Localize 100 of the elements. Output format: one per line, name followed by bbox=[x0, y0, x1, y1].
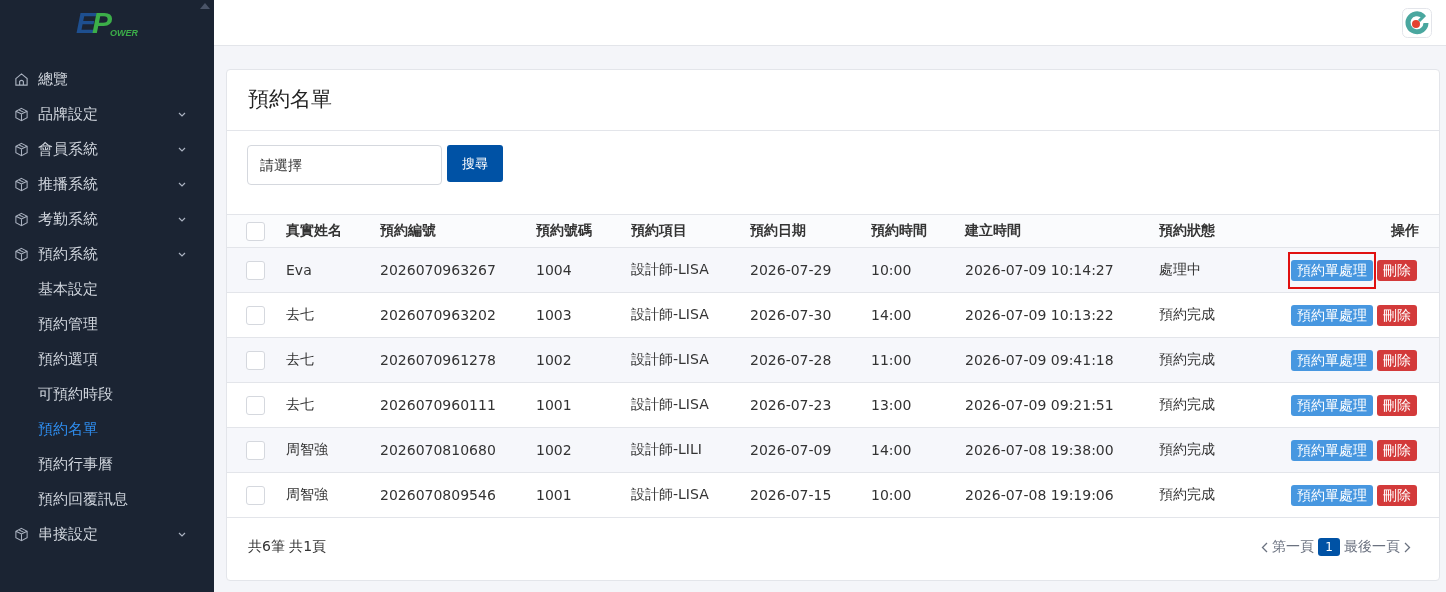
column-header: 操作 bbox=[1390, 222, 1420, 240]
box-icon bbox=[14, 212, 29, 227]
delete-button[interactable]: 刪除 bbox=[1377, 394, 1417, 416]
table-cell-text: 預約完成 bbox=[1159, 486, 1216, 504]
sidebar-item[interactable]: 會員系統 bbox=[0, 132, 214, 167]
table-cell-text: 設計師-LISA bbox=[631, 486, 710, 504]
app-icon[interactable] bbox=[1402, 7, 1432, 38]
table-cell-text: 1001 bbox=[536, 397, 573, 413]
table-cell-text: 2026-07-09 10:14:27 bbox=[965, 262, 1115, 278]
sidebar-subitem[interactable]: 預約選項 bbox=[0, 342, 214, 377]
row-checkbox[interactable] bbox=[246, 440, 265, 460]
table-cell-text: 周智強 bbox=[286, 441, 329, 459]
table-cell-text: 預約完成 bbox=[1159, 306, 1216, 324]
first-page-link[interactable]: 第一頁 bbox=[1272, 538, 1315, 556]
sidebar-subitem[interactable]: 可預約時段 bbox=[0, 377, 214, 412]
sidebar-item[interactable]: 品牌設定 bbox=[0, 97, 214, 132]
sidebar-item[interactable]: 總覽 bbox=[0, 62, 214, 97]
sidebar-subitem[interactable]: 預約管理 bbox=[0, 307, 214, 342]
delete-button[interactable]: 刪除 bbox=[1377, 439, 1417, 461]
table-cell-text: 周智強 bbox=[286, 486, 329, 504]
table-cell-text: 預約完成 bbox=[1159, 351, 1216, 369]
sidebar-item[interactable]: 推播系統 bbox=[0, 167, 214, 202]
select-all-checkbox[interactable] bbox=[246, 221, 265, 241]
home-icon bbox=[14, 72, 29, 87]
box-icon bbox=[14, 177, 29, 192]
table-cell-text: 2026070961278 bbox=[380, 352, 497, 368]
table-cell-text: 11:00 bbox=[871, 352, 913, 368]
delete-button[interactable]: 刪除 bbox=[1377, 349, 1417, 371]
table-cell-text: 2026-07-23 bbox=[750, 397, 833, 413]
delete-button[interactable]: 刪除 bbox=[1377, 259, 1417, 281]
table-cell-text: 2026-07-28 bbox=[750, 352, 833, 368]
table-cell-text: 13:00 bbox=[871, 397, 913, 413]
column-header: 預約項目 bbox=[631, 222, 688, 240]
select-field[interactable]: 請選擇 bbox=[247, 145, 442, 185]
delete-button[interactable]: 刪除 bbox=[1377, 304, 1417, 326]
table-cell-text: 2026-07-08 19:19:06 bbox=[965, 487, 1115, 503]
row-checkbox[interactable] bbox=[246, 395, 265, 415]
table-cell-text: Eva bbox=[286, 262, 313, 278]
table-cell-text: 設計師-LISA bbox=[631, 261, 710, 279]
column-header: 預約日期 bbox=[750, 222, 807, 240]
page-number[interactable]: 1 bbox=[1318, 538, 1340, 556]
table-cell-text: 1003 bbox=[536, 307, 573, 323]
scroll-up-icon[interactable] bbox=[200, 3, 210, 9]
column-header: 真實姓名 bbox=[286, 222, 343, 240]
table-cell-text: 14:00 bbox=[871, 442, 913, 458]
row-checkbox[interactable] bbox=[246, 485, 265, 505]
table-cell-text: 2026-07-08 19:38:00 bbox=[965, 442, 1115, 458]
table-cell-text: 去七 bbox=[286, 351, 315, 369]
delete-button[interactable]: 刪除 bbox=[1377, 484, 1417, 506]
column-header: 建立時間 bbox=[965, 222, 1022, 240]
last-page-link[interactable]: 最後一頁 bbox=[1344, 538, 1400, 556]
box-icon bbox=[14, 107, 29, 122]
row-checkbox[interactable] bbox=[246, 305, 265, 325]
table-cell-text: 1004 bbox=[536, 262, 573, 278]
box-icon bbox=[14, 247, 29, 262]
table-cell-text: 2026070960111 bbox=[380, 397, 497, 413]
column-header: 預約號碼 bbox=[536, 222, 593, 240]
column-header: 預約狀態 bbox=[1159, 222, 1216, 240]
table-cell-text: 2026070963202 bbox=[380, 307, 497, 323]
sidebar-subitem[interactable]: 預約行事曆 bbox=[0, 447, 214, 482]
table-cell-text: 2026-07-09 10:13:22 bbox=[965, 307, 1115, 323]
table-cell-text: 設計師-LISA bbox=[631, 396, 710, 414]
table-cell-text: 預約完成 bbox=[1159, 396, 1216, 414]
table-cell-text: 2026-07-15 bbox=[750, 487, 833, 503]
table-cell-text: 2026-07-09 09:41:18 bbox=[965, 352, 1115, 368]
table-cell-text: 10:00 bbox=[871, 487, 913, 503]
sidebar-subitem[interactable]: 預約名單 bbox=[0, 412, 214, 447]
row-checkbox[interactable] bbox=[246, 350, 265, 370]
record-summary: 共6筆 共1頁 bbox=[248, 538, 327, 556]
table-cell-text: 去七 bbox=[286, 306, 315, 324]
table-cell-text: 2026-07-29 bbox=[750, 262, 833, 278]
table-cell-text: 設計師-LILI bbox=[631, 441, 703, 459]
table-cell-text: 14:00 bbox=[871, 307, 913, 323]
table-cell-text: 預約完成 bbox=[1159, 441, 1216, 459]
sidebar-item[interactable]: 串接設定 bbox=[0, 517, 214, 552]
sidebar-subitem[interactable]: 預約回覆訊息 bbox=[0, 482, 214, 517]
table-cell-text: 2026-07-09 bbox=[750, 442, 833, 458]
column-header: 預約編號 bbox=[380, 222, 437, 240]
table-cell-text: 2026070963267 bbox=[380, 262, 497, 278]
sidebar-item[interactable]: 預約系統 bbox=[0, 237, 214, 272]
table-cell-text: 1002 bbox=[536, 352, 573, 368]
sidebar-item[interactable]: 考勤系統 bbox=[0, 202, 214, 237]
logo-text: OWER bbox=[110, 28, 138, 38]
chevron-right-icon[interactable] bbox=[1404, 541, 1411, 553]
box-icon bbox=[14, 142, 29, 157]
box-icon bbox=[14, 527, 29, 542]
table-cell-text: 去七 bbox=[286, 396, 315, 414]
row-checkbox[interactable] bbox=[246, 260, 265, 280]
search-button[interactable]: 搜尋 bbox=[447, 145, 503, 182]
table-cell-text: 2026-07-09 09:21:51 bbox=[965, 397, 1115, 413]
chevron-left-icon[interactable] bbox=[1261, 541, 1269, 553]
table-cell-text: 1002 bbox=[536, 442, 573, 458]
table-cell-text: 處理中 bbox=[1159, 261, 1202, 279]
sidebar-subitem[interactable]: 基本設定 bbox=[0, 272, 214, 307]
table-cell-text: 2026-07-30 bbox=[750, 307, 833, 323]
column-header: 預約時間 bbox=[871, 222, 928, 240]
table-cell-text: 設計師-LISA bbox=[631, 351, 710, 369]
table-cell-text: 10:00 bbox=[871, 262, 913, 278]
table-cell-text: 2026070809546 bbox=[380, 487, 497, 503]
table-cell-text: 設計師-LISA bbox=[631, 306, 710, 324]
